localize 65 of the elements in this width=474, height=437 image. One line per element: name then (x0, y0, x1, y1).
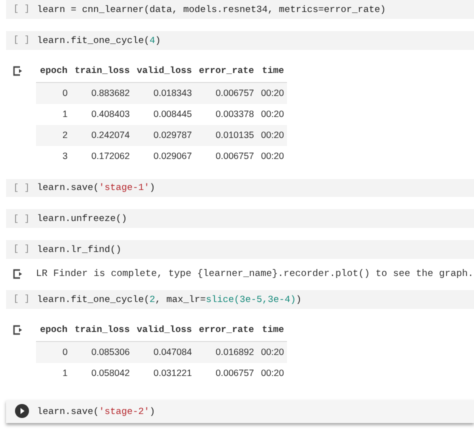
table-cell: 00:20 (257, 104, 287, 125)
cell-marker: [ ] (13, 244, 30, 254)
column-header: valid_loss (132, 318, 195, 342)
column-header: epoch (36, 60, 71, 82)
code-cell[interactable]: learn.save('stage-2') (6, 400, 474, 424)
table-cell: 0.006757 (194, 82, 257, 104)
cell-marker: [ ] (13, 214, 30, 224)
code-line: learn.lr_find() (37, 244, 122, 255)
table-cell: 1 (36, 362, 71, 384)
code-line: learn.unfreeze() (37, 213, 128, 224)
output-icon (12, 324, 24, 335)
code-cell[interactable]: [ ] learn.fit_one_cycle(2, max_lr=slice(3e-5,3e-4)) (6, 290, 474, 309)
code-line: learn = cnn_learner(data, models.resnet34, metrics=error_rate) (37, 4, 386, 15)
column-header: time (257, 60, 287, 82)
column-header: train_loss (70, 60, 133, 82)
table-cell: 0 (36, 82, 71, 104)
column-header: time (257, 318, 287, 342)
table-cell: 0.008445 (132, 104, 195, 125)
code-cell[interactable]: [ ] learn.fit_one_cycle(4) (6, 30, 474, 50)
table-cell: 0.408403 (70, 104, 133, 125)
column-header: error_rate (194, 318, 257, 342)
table-cell: 0.016892 (194, 341, 257, 363)
table-cell: 0.006757 (194, 146, 257, 167)
cell-marker: [ ] (13, 4, 30, 14)
table-cell: 0.242074 (70, 124, 133, 146)
table-cell: 2 (36, 124, 71, 146)
output-icon (12, 268, 24, 279)
table-cell: 0.018343 (132, 82, 195, 104)
column-header: valid_loss (132, 60, 195, 82)
table-cell: 00:20 (257, 341, 287, 363)
code-cell[interactable]: [ ] learn.lr_find() (6, 240, 474, 259)
table-cell: 0.029067 (132, 146, 195, 167)
cell-marker: [ ] (13, 35, 30, 46)
output-text: LR Finder is complete, type {learner_name}.recorder.plot() to see the graph. (36, 268, 474, 279)
table-cell: 0.029787 (132, 124, 195, 146)
table-cell: 0.172062 (70, 146, 133, 167)
table-cell: 0.047084 (132, 341, 195, 363)
column-header: train_loss (70, 318, 133, 342)
table-cell: 0 (36, 341, 71, 363)
table-cell: 3 (36, 146, 71, 167)
code-line: learn.save('stage-2') (37, 406, 156, 417)
table-cell: 0.883682 (70, 82, 133, 104)
cell-marker: [ ] (13, 182, 30, 193)
table-cell: 0.010135 (194, 124, 257, 146)
code-cell[interactable]: [ ] learn.save('stage-1') (6, 178, 474, 198)
table-cell: 00:20 (257, 82, 287, 104)
column-header: epoch (36, 318, 71, 342)
table-cell: 1 (36, 104, 71, 125)
code-line: learn.fit_one_cycle(4) (37, 34, 161, 46)
run-button[interactable] (14, 404, 28, 418)
table-cell: 0.003378 (194, 104, 257, 125)
code-line: learn.save('stage-1') (37, 182, 156, 194)
table-cell: 00:20 (257, 124, 287, 146)
table-cell: 0.085306 (70, 341, 133, 363)
code-cell[interactable]: [ ] learn.unfreeze() (6, 209, 474, 228)
cell-marker: [ ] (13, 294, 30, 304)
column-header: error_rate (194, 60, 257, 82)
code-line: learn.fit_one_cycle(2, max_lr=slice(3e-5,3e-4)) (37, 294, 302, 305)
table-cell: 0.058042 (70, 362, 133, 384)
table-cell: 00:20 (257, 146, 287, 167)
table-cell: 00:20 (257, 362, 287, 384)
table-cell: 0.031221 (132, 362, 195, 384)
output-icon (12, 66, 24, 76)
table-cell: 0.006757 (194, 362, 257, 384)
code-cell[interactable]: [ ] learn = cnn_learner(data, models.resnet34, metrics=error_rate) (6, 0, 474, 19)
